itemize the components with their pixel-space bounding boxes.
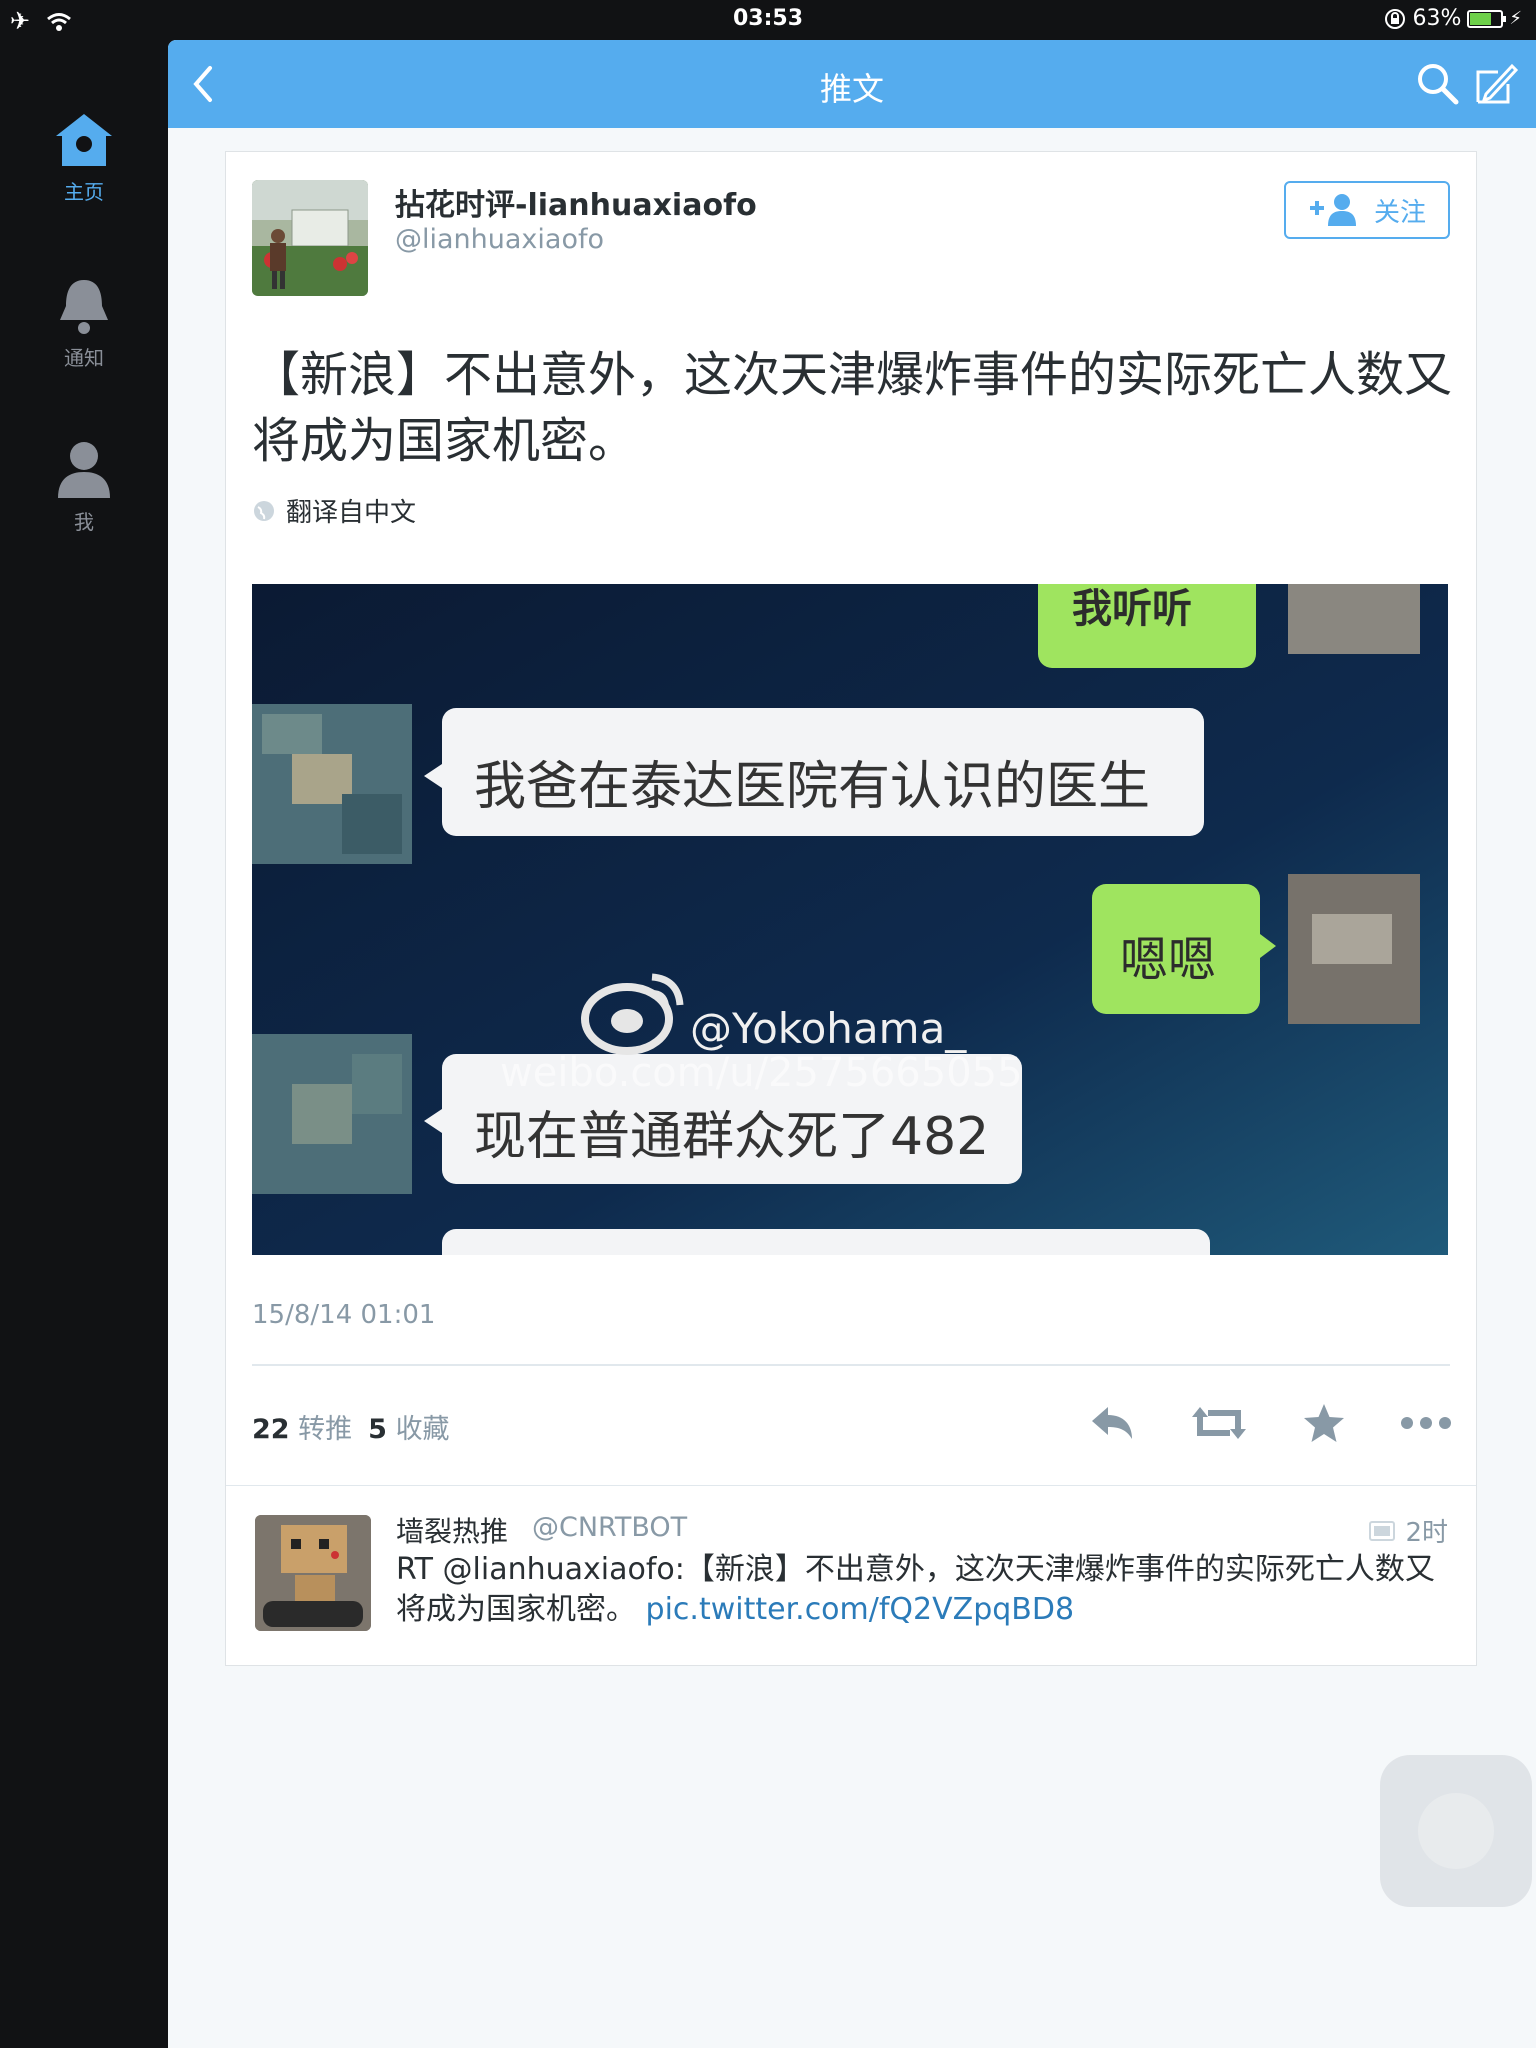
- more-icon[interactable]: [1400, 1416, 1452, 1430]
- battery-icon: [1467, 9, 1507, 28]
- author-name[interactable]: 拈花时评-lianhuaxiaofo: [395, 180, 757, 224]
- page-title: 推文: [819, 70, 884, 108]
- person-icon: [58, 442, 110, 498]
- battery-percent: 63%: [1412, 6, 1462, 31]
- status-right: 63% ⚡: [1384, 6, 1522, 31]
- follow-button[interactable]: 关注: [1284, 181, 1450, 239]
- favorite-icon[interactable]: [1302, 1402, 1346, 1444]
- retweet-count: 22: [252, 1414, 290, 1445]
- tweet-text: 【新浪】不出意外，这次天津爆炸事件的实际死亡人数又将成为国家机密。: [252, 347, 1453, 469]
- reply-text: RT @lianhuaxiaofo:【新浪】不出意外，这次天津爆炸事件的实际死亡…: [396, 1550, 1456, 1630]
- reply-avatar[interactable]: [255, 1515, 371, 1631]
- reply-link[interactable]: pic.twitter.com/fQ2VZpqBD8: [646, 1592, 1075, 1627]
- compose-icon[interactable]: [1472, 60, 1520, 108]
- image-bubble-1: 我爸在泰达医院有认识的医生: [474, 757, 1151, 817]
- reply-icon[interactable]: [1088, 1403, 1136, 1443]
- sidebar-item-label: 通知: [64, 346, 104, 370]
- bell-icon: [60, 280, 108, 334]
- image-watermark-url: weibo.com/u/2575665055: [500, 1050, 1023, 1096]
- sidebar-item-home[interactable]: 主页: [0, 110, 168, 205]
- assistive-touch-button[interactable]: [1380, 1755, 1532, 1907]
- retweet-stat[interactable]: 22 转推: [252, 1407, 352, 1446]
- divider: [252, 1364, 1450, 1366]
- tweet-card: 拈花时评-lianhuaxiaofo @lianhuaxiaofo 关注 【新浪…: [225, 151, 1477, 1666]
- media-icon: [1369, 1520, 1396, 1541]
- main-panel: 推文 拈花时评-lianhuaxiaofo @lianhuaxiaofo 关注 …: [168, 40, 1536, 2048]
- status-bar: ✈ 03:53 63% ⚡: [0, 0, 1536, 40]
- image-bubble-2: 嗯嗯: [1120, 932, 1217, 988]
- globe-icon: [254, 500, 274, 521]
- home-icon: [56, 114, 112, 166]
- favorite-label: 收藏: [395, 1414, 450, 1445]
- follow-label: 关注: [1373, 197, 1426, 228]
- rotation-lock-icon: [1385, 8, 1406, 29]
- tweet-stats: 22 转推 5 收藏: [252, 1407, 450, 1446]
- author-handle[interactable]: @lianhuaxiaofo: [395, 224, 604, 255]
- nav-bar: 推文: [168, 40, 1536, 128]
- charging-icon: ⚡: [1509, 8, 1522, 29]
- reply-time: 2时: [1369, 1512, 1448, 1549]
- reply-time-label: 2时: [1405, 1518, 1448, 1548]
- sidebar-item-notifications[interactable]: 通知: [0, 276, 168, 371]
- sidebar-item-me[interactable]: 我: [0, 438, 168, 535]
- author-avatar[interactable]: [252, 180, 368, 296]
- image-bubble-3: 现在普通群众死了482: [474, 1107, 990, 1167]
- retweet-icon[interactable]: [1190, 1403, 1248, 1443]
- sidebar: 主页 通知 我: [0, 40, 168, 2048]
- reply-author-handle[interactable]: @CNRTBOT: [532, 1512, 687, 1543]
- assistive-touch-icon: [1418, 1793, 1494, 1869]
- image-watermark-handle: @Yokohama_: [690, 1004, 967, 1053]
- status-time: 03:53: [732, 6, 804, 31]
- add-user-icon: [1309, 194, 1356, 226]
- tweet-timestamp: 15/8/14 01:01: [252, 1300, 436, 1330]
- tweet-image[interactable]: 我听听 我爸在泰达医院有认识的医生 嗯嗯 现在普通群众死了482 @Yokoha…: [252, 584, 1448, 1255]
- sidebar-item-label: 主页: [64, 180, 104, 204]
- reply-author-name[interactable]: 墙裂热推: [396, 1510, 508, 1550]
- reply-tweet[interactable]: 墙裂热推 @CNRTBOT 2时 RT @lianhuaxiaofo:【新浪】不…: [226, 1485, 1476, 1666]
- translate-label: 翻译自中文: [286, 498, 417, 528]
- favorite-count: 5: [368, 1414, 387, 1445]
- translate-link[interactable]: 翻译自中文: [252, 492, 416, 529]
- favorite-stat[interactable]: 5 收藏: [368, 1407, 449, 1446]
- search-icon[interactable]: [1416, 62, 1460, 106]
- tweet-actions: [1088, 1402, 1452, 1444]
- image-bubble-top: 我听听: [1072, 586, 1192, 632]
- retweet-label: 转推: [298, 1414, 353, 1445]
- tweet-detail: 拈花时评-lianhuaxiaofo @lianhuaxiaofo 关注 【新浪…: [226, 152, 1476, 1485]
- sidebar-item-label: 我: [74, 510, 94, 534]
